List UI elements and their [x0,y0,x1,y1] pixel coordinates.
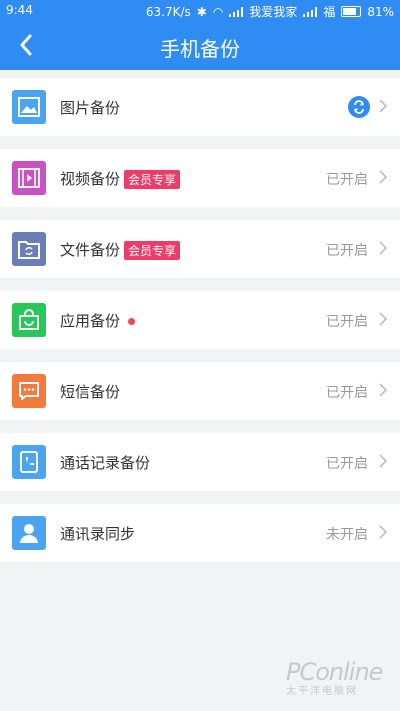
chevron-right-icon [379,170,388,184]
page-title: 手机备份 [160,37,240,61]
vip-badge: 会员专享 [124,170,181,189]
backup-item-files[interactable]: 文件备份 会员专享 已开启 [0,220,400,278]
backup-item-apps[interactable]: 应用备份 已开启 [0,291,400,349]
battery-percent: 81% [367,4,394,19]
bag-icon [12,303,46,337]
backup-item-sms[interactable]: 短信备份 已开启 [0,362,400,420]
item-status: 已开启 [326,172,368,188]
item-label: 图片备份 [60,99,121,117]
item-label-text: 文件备份 [60,241,121,259]
item-status: 已开启 [326,385,368,401]
status-time: 9:44 [6,3,33,17]
item-label-text: 应用备份 [60,312,121,330]
watermark: PConline 太平洋电脑网 [286,658,383,697]
sync-icon [348,96,370,118]
chevron-right-icon [379,525,388,539]
item-label: 通话记录备份 [60,454,151,472]
wifi-icon: ◠ [212,4,224,19]
backup-item-videos[interactable]: 视频备份 会员专享 已开启 [0,149,400,207]
message-icon [12,374,46,408]
item-label: 视频备份 会员专享 [60,168,181,189]
bluetooth-icon: ✱ [196,4,207,19]
item-status: 已开启 [326,243,368,259]
video-icon [12,161,46,195]
status-bar: 9:44 63.7K/s ✱ ◠ 我爱我家 福 81% [0,0,400,20]
network-speed: 63.7K/s [145,4,191,19]
image-icon [12,90,46,124]
item-status: 未开启 [326,527,368,543]
contact-icon [12,516,46,550]
chevron-right-icon [379,454,388,468]
chevron-right-icon [379,312,388,326]
chevron-right-icon [379,241,388,255]
carrier-name-2: 福 [323,5,336,19]
backup-item-photos[interactable]: 图片备份 [0,78,400,136]
backup-item-contacts[interactable]: 通讯录同步 未开启 [0,504,400,562]
app-header: 手机备份 [0,20,400,70]
item-status: 已开启 [326,456,368,472]
call-log-icon [12,445,46,479]
item-label: 文件备份 会员专享 [60,239,181,260]
signal-icon [229,6,244,17]
status-right: 63.7K/s ✱ ◠ 我爱我家 福 81% [146,3,394,20]
vip-badge: 会员专享 [124,241,181,260]
backup-item-call-log[interactable]: 通话记录备份 已开启 [0,433,400,491]
item-status: 已开启 [326,314,368,330]
battery-icon [341,6,362,17]
item-label: 通讯录同步 [60,525,136,543]
signal-icon-2 [303,6,318,17]
item-label: 应用备份 [60,310,136,331]
item-label: 短信备份 [60,383,121,401]
carrier-name: 我爱我家 [249,5,298,19]
item-label-text: 视频备份 [60,170,121,188]
new-dot-indicator [128,318,136,325]
chevron-right-icon [379,383,388,397]
chevron-right-icon [379,99,388,113]
folder-sync-icon [12,232,46,266]
